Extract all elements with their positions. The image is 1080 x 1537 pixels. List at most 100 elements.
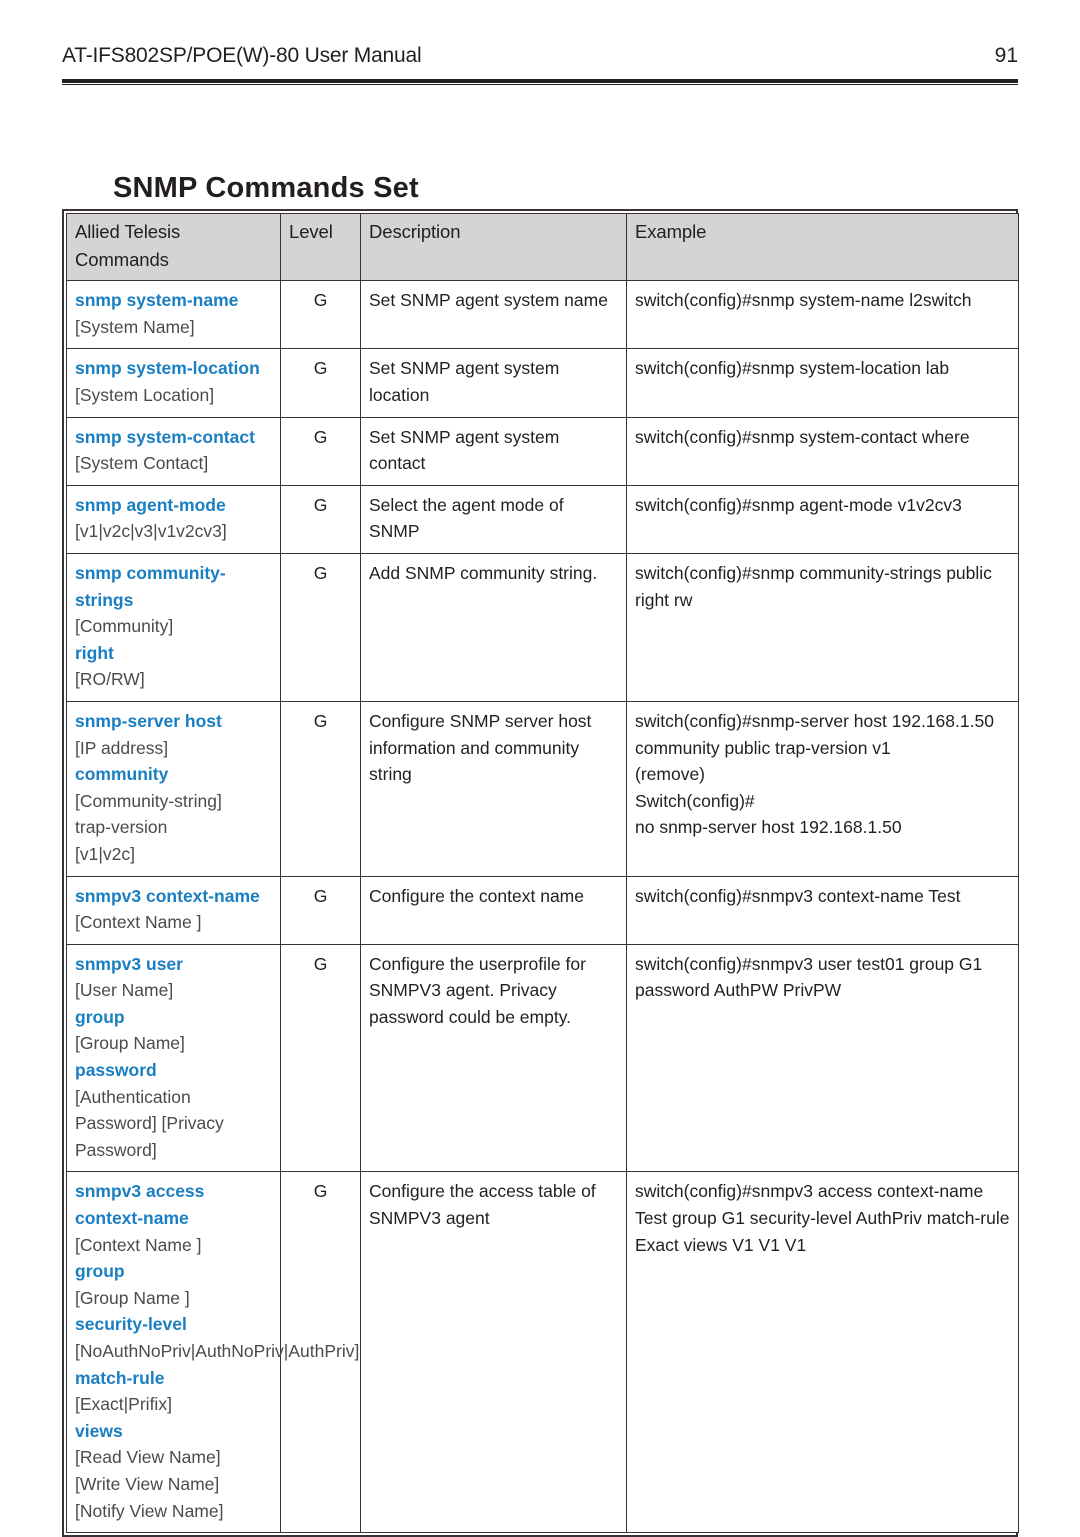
description-cell: Set SNMP agent system contact — [360, 416, 627, 486]
command-cell: snmpv3 user [User Name] group [Group Name] p… — [66, 943, 281, 1173]
description-cell: Configure SNMP server host information a… — [360, 700, 627, 877]
column-header-level: Level — [280, 212, 361, 282]
command-argument: [Context Name ] — [75, 912, 202, 933]
command-keyword: snmpv3 context-name — [75, 885, 260, 906]
example-line: switch(config)#snmpv3 access context-nam… — [635, 1181, 1010, 1255]
command-keyword: right — [75, 642, 114, 663]
description-cell: Add SNMP community string. — [360, 552, 627, 702]
command-argument: [v1|v2c] — [75, 843, 135, 864]
page-title: SNMP Commands Set — [113, 172, 419, 205]
command-keyword: security-level — [75, 1314, 187, 1335]
command-keyword: views — [75, 1420, 123, 1441]
description-cell: Configure the access table of SNMPV3 age… — [360, 1171, 627, 1534]
level-cell: G — [280, 552, 361, 702]
command-argument: [NoAuthNoPriv|AuthNoPriv|AuthPriv] — [75, 1341, 360, 1361]
command-argument: [Notify View Name] — [75, 1500, 224, 1521]
table-row: snmp system-location [System Location] G Se… — [66, 348, 1019, 418]
example-line: Switch(config)# — [635, 790, 755, 811]
table-row: snmpv3 context-name [Context Name ] G Confi… — [66, 875, 1019, 945]
table-row: snmpv3 access context-name [Context Name … — [66, 1171, 1019, 1534]
example-cell: switch(config)#snmpv3 access context-nam… — [626, 1171, 1019, 1534]
command-argument: [User Name] — [75, 980, 174, 1001]
command-cell: snmpv3 access context-name [Context Name … — [66, 1171, 359, 1534]
command-cell: snmp system-contact [System Contact] — [66, 416, 281, 486]
description-cell: Configure the context name — [360, 875, 627, 945]
table-row: snmp agent-mode [v1|v2c|v3|v1v2cv3] G Selec… — [66, 484, 1019, 554]
command-cell: snmp system-name [System Name] — [66, 280, 281, 350]
command-argument: [Community] — [75, 616, 174, 637]
command-argument: [System Name] — [75, 316, 195, 337]
command-keyword: snmp-server host — [75, 710, 222, 731]
snmp-commands-table-frame: Allied Telesis Commands Level Descriptio… — [62, 209, 1019, 1537]
command-argument: [Context Name ] — [75, 1234, 202, 1255]
command-keyword: snmpv3 user — [75, 953, 183, 974]
command-cell: snmp system-location [System Location] — [66, 348, 281, 418]
description-cell: Set SNMP agent system location — [360, 348, 627, 418]
example-line: switch(config)#snmpv3 context-name Test — [635, 885, 961, 906]
command-argument: [System Contact] — [75, 453, 209, 474]
page-number: 91 — [994, 44, 1018, 67]
command-argument: [Authentication Password] [Privacy Passw… — [75, 1086, 224, 1160]
command-argument: trap-version — [75, 817, 168, 838]
level-cell: G — [280, 875, 361, 945]
command-argument: [Group Name ] — [75, 1287, 190, 1308]
column-header-example: Example — [626, 212, 1019, 282]
table-row: snmp-server host [IP address] community [Co… — [66, 700, 1019, 877]
command-argument: [RO/RW] — [75, 669, 145, 690]
command-argument: [Group Name] — [75, 1033, 185, 1054]
level-cell: G — [280, 280, 361, 350]
command-cell: snmpv3 context-name [Context Name ] — [66, 875, 281, 945]
example-line: switch(config)#snmp community-strings pu… — [635, 562, 992, 610]
command-keyword: snmp system-location — [75, 358, 260, 379]
command-argument: [Community-string] — [75, 790, 222, 811]
command-argument: [v1|v2c|v3|v1v2cv3] — [75, 521, 227, 542]
example-line: switch(config)#snmp system-name l2switch — [635, 290, 972, 311]
description-cell: Configure the userprofile for SNMPV3 age… — [360, 943, 627, 1173]
column-header-description: Description — [360, 212, 627, 282]
command-cell: snmp community-strings [Community] right [R… — [66, 552, 281, 702]
level-cell: G — [280, 416, 361, 486]
level-cell: G — [280, 348, 361, 418]
example-line: no snmp-server host 192.168.1.50 — [635, 817, 902, 838]
command-argument: [Read View Name] — [75, 1447, 221, 1468]
example-line: (remove) — [635, 764, 706, 785]
command-keyword: snmp system-contact — [75, 426, 255, 447]
example-cell: switch(config)#snmp system-location lab — [626, 348, 1019, 418]
example-line: switch(config)#snmp system-location lab — [635, 358, 950, 379]
example-cell: switch(config)#snmpv3 context-name Test — [626, 875, 1019, 945]
command-argument: [Write View Name] — [75, 1473, 220, 1494]
command-keyword: password — [75, 1060, 157, 1081]
level-cell: G — [280, 943, 361, 1173]
example-line: switch(config)#snmpv3 user test01 group … — [635, 953, 983, 1001]
table-row: snmp system-contact [System Contact] G Set … — [66, 416, 1019, 486]
command-cell: snmp agent-mode [v1|v2c|v3|v1v2cv3] — [66, 484, 281, 554]
command-keyword: community — [75, 764, 169, 785]
command-keyword: match-rule — [75, 1367, 165, 1388]
table-header-row: Allied Telesis Commands Level Descriptio… — [66, 212, 1019, 282]
column-header-commands: Allied Telesis Commands — [66, 212, 281, 282]
description-cell: Select the agent mode of SNMP — [360, 484, 627, 554]
command-cell: snmp-server host [IP address] community [Co… — [66, 700, 281, 877]
snmp-commands-table: Allied Telesis Commands Level Descriptio… — [66, 212, 1019, 1534]
description-cell: Set SNMP agent system name — [360, 280, 627, 350]
example-line: switch(config)#snmp-server host 192.168.… — [635, 710, 994, 758]
example-cell: switch(config)#snmp-server host 192.168.… — [626, 700, 1019, 877]
table-row: snmp system-name [System Name] G Set SNMP a… — [66, 280, 1019, 350]
level-cell: G — [280, 700, 361, 877]
header-divider-thick — [62, 79, 1018, 83]
command-keyword: group — [75, 1006, 125, 1027]
command-argument: [Exact|Prifix] — [75, 1394, 172, 1415]
table-row: snmpv3 user [User Name] group [Group Name] p… — [66, 943, 1019, 1173]
level-cell: G — [280, 484, 361, 554]
command-keyword: group — [75, 1261, 125, 1282]
command-keyword: snmp system-name — [75, 290, 239, 311]
example-cell: switch(config)#snmp system-name l2switch — [626, 280, 1019, 350]
example-line: switch(config)#snmp system-contact where — [635, 426, 970, 447]
command-keyword: snmp agent-mode — [75, 494, 226, 515]
example-cell: switch(config)#snmp agent-mode v1v2cv3 — [626, 484, 1019, 554]
table-row: snmp community-strings [Community] right [R… — [66, 552, 1019, 702]
command-argument: [System Location] — [75, 385, 215, 405]
table-header: Allied Telesis Commands Level Descriptio… — [66, 212, 1019, 282]
command-keyword: snmp community-strings — [75, 562, 226, 610]
command-argument: [IP address] — [75, 737, 169, 758]
